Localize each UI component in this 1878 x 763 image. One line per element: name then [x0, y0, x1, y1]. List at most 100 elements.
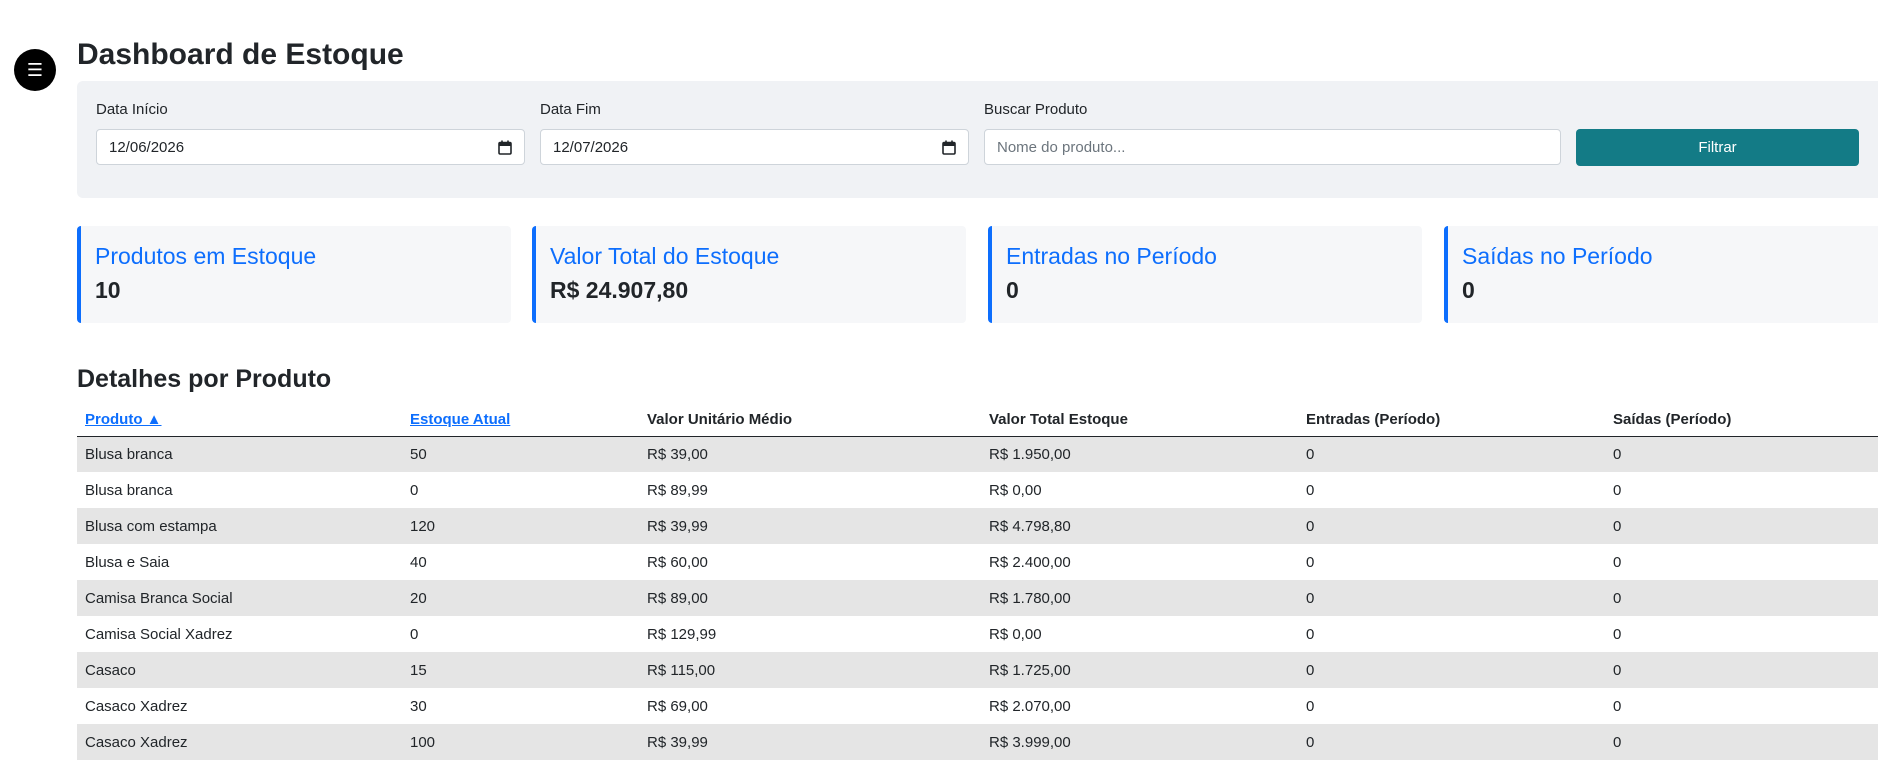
cell-saidas: 0 — [1605, 508, 1878, 544]
table-row: Blusa branca 0 R$ 89,99 R$ 0,00 0 0 — [77, 472, 1878, 508]
cell-estoque: 30 — [410, 697, 427, 715]
header-estoque: Estoque Atual — [402, 403, 639, 437]
end-date-label: Data Fim — [540, 101, 601, 118]
cell-saidas: 0 — [1613, 553, 1622, 571]
menu-toggle-button[interactable]: ☰ — [14, 49, 56, 91]
card-title: Entradas no Período — [1006, 243, 1217, 269]
start-date-input[interactable]: 12/06/2026 — [96, 129, 525, 165]
cell-entradas: 0 — [1306, 553, 1315, 571]
product-details-table: Produto ▲ Estoque Atual Valor Unitário M… — [77, 403, 1878, 760]
header-valor-total: Valor Total Estoque — [981, 403, 1298, 437]
card-value: 10 — [95, 277, 121, 303]
cell-entradas: 0 — [1306, 481, 1315, 499]
card-value: 0 — [1462, 277, 1475, 303]
cell-estoque: 120 — [402, 508, 639, 544]
card-entries-period: Entradas no Período 0 — [988, 226, 1422, 323]
cell-valor-unitario: R$ 39,99 — [639, 508, 981, 544]
calendar-icon[interactable] — [942, 140, 956, 155]
card-title: Produtos em Estoque — [95, 243, 317, 269]
cell-produto: Casaco — [77, 652, 402, 688]
cell-estoque: 0 — [410, 625, 419, 643]
table-row: Casaco 15 R$ 115,00 R$ 1.725,00 0 0 — [77, 652, 1878, 688]
cell-valor-total: R$ 1.950,00 — [981, 436, 1298, 472]
cell-produto: Blusa branca — [77, 436, 402, 472]
card-value: 0 — [1006, 277, 1019, 303]
cell-valor-total: R$ 2.400,00 — [989, 553, 1071, 571]
cell-saidas: 0 — [1605, 580, 1878, 616]
start-date-value: 12/06/2026 — [109, 138, 185, 156]
table-row: Blusa e Saia 40 R$ 60,00 R$ 2.400,00 0 0 — [77, 544, 1878, 580]
table-header-row: Produto ▲ Estoque Atual Valor Unitário M… — [77, 403, 1878, 437]
page-title: Dashboard de Estoque — [77, 38, 404, 71]
card-title: Saídas no Período — [1462, 243, 1653, 269]
cell-estoque: 15 — [402, 652, 639, 688]
table-row: Casaco Xadrez 30 R$ 69,00 R$ 2.070,00 0 0 — [77, 688, 1878, 724]
table-row: Blusa branca 50 R$ 39,00 R$ 1.950,00 0 0 — [77, 436, 1878, 472]
sort-estoque-link[interactable]: Estoque Atual — [410, 411, 510, 428]
cell-saidas: 0 — [1613, 697, 1622, 715]
cell-produto: Casaco Xadrez — [77, 724, 402, 760]
card-title: Valor Total do Estoque — [550, 243, 780, 269]
cell-valor-total: R$ 4.798,80 — [981, 508, 1298, 544]
card-exits-period: Saídas no Período 0 — [1444, 226, 1878, 323]
cell-entradas: 0 — [1306, 625, 1315, 643]
cell-estoque: 40 — [410, 553, 427, 571]
section-title: Detalhes por Produto — [77, 365, 332, 393]
cell-produto: Blusa e Saia — [85, 553, 170, 571]
table-row: Casaco Xadrez 100 R$ 39,99 R$ 3.999,00 0 0 — [77, 724, 1878, 760]
cell-saidas: 0 — [1605, 652, 1878, 688]
cell-valor-unitario: R$ 39,99 — [639, 724, 981, 760]
cell-valor-unitario: R$ 115,00 — [639, 652, 981, 688]
cell-estoque: 100 — [402, 724, 639, 760]
cell-valor-total: R$ 2.070,00 — [989, 697, 1071, 715]
cell-entradas: 0 — [1298, 580, 1605, 616]
cell-saidas: 0 — [1613, 481, 1622, 499]
cell-entradas: 0 — [1306, 697, 1315, 715]
cell-valor-total: R$ 1.725,00 — [981, 652, 1298, 688]
header-entradas: Entradas (Período) — [1298, 403, 1605, 437]
table-row: Blusa com estampa 120 R$ 39,99 R$ 4.798,80 0… — [77, 508, 1878, 544]
table-body: Blusa branca 50 R$ 39,00 R$ 1.950,00 0 0 Blusa… — [77, 436, 1878, 760]
cell-entradas: 0 — [1298, 724, 1605, 760]
cell-valor-total: R$ 0,00 — [989, 625, 1042, 643]
cell-produto: Camisa Social Xadrez — [85, 625, 233, 643]
cell-valor-unitario: R$ 39,00 — [639, 436, 981, 472]
filter-panel: Data Início 12/06/2026 Data Fim 12/07/20… — [77, 81, 1878, 198]
search-product-label: Buscar Produto — [984, 101, 1088, 118]
card-value: R$ 24.907,80 — [550, 277, 689, 303]
end-date-field: Data Fim 12/07/2026 — [540, 101, 969, 165]
cell-saidas: 0 — [1613, 625, 1622, 643]
hamburger-icon: ☰ — [26, 60, 44, 80]
cell-entradas: 0 — [1298, 652, 1605, 688]
calendar-icon[interactable] — [498, 140, 512, 155]
cell-produto: Blusa branca — [85, 481, 173, 499]
cell-entradas: 0 — [1298, 508, 1605, 544]
cell-valor-unitario: R$ 89,00 — [639, 580, 981, 616]
cell-saidas: 0 — [1605, 724, 1878, 760]
end-date-input[interactable]: 12/07/2026 — [540, 129, 969, 165]
cell-valor-total: R$ 1.780,00 — [981, 580, 1298, 616]
cell-estoque: 0 — [410, 481, 419, 499]
card-total-stock-value: Valor Total do Estoque R$ 24.907,80 — [532, 226, 966, 323]
cell-entradas: 0 — [1298, 436, 1605, 472]
table-row: Camisa Branca Social 20 R$ 89,00 R$ 1.780,0… — [77, 580, 1878, 616]
cell-saidas: 0 — [1605, 436, 1878, 472]
header-produto: Produto ▲ — [77, 403, 402, 437]
summary-cards: Produtos em Estoque 10 Valor Total do Es… — [77, 226, 1878, 323]
cell-valor-total: R$ 3.999,00 — [981, 724, 1298, 760]
start-date-label: Data Início — [96, 101, 168, 118]
cell-produto: Casaco Xadrez — [85, 697, 188, 715]
search-product-input[interactable]: Nome do produto... — [984, 129, 1561, 165]
filter-button[interactable]: Filtrar — [1576, 129, 1859, 166]
sort-produto-link[interactable]: Produto ▲ — [85, 411, 162, 428]
start-date-field: Data Início 12/06/2026 — [96, 101, 525, 165]
cell-valor-unitario: R$ 129,99 — [647, 625, 717, 643]
cell-valor-unitario: R$ 69,00 — [647, 697, 708, 715]
cell-valor-total: R$ 0,00 — [989, 481, 1042, 499]
header-saidas: Saídas (Período) — [1605, 403, 1878, 437]
card-products-in-stock: Produtos em Estoque 10 — [77, 226, 511, 323]
cell-valor-unitario: R$ 60,00 — [647, 553, 708, 571]
end-date-value: 12/07/2026 — [553, 138, 629, 156]
cell-produto: Camisa Branca Social — [77, 580, 402, 616]
search-product-field: Buscar Produto Nome do produto... — [984, 101, 1561, 165]
